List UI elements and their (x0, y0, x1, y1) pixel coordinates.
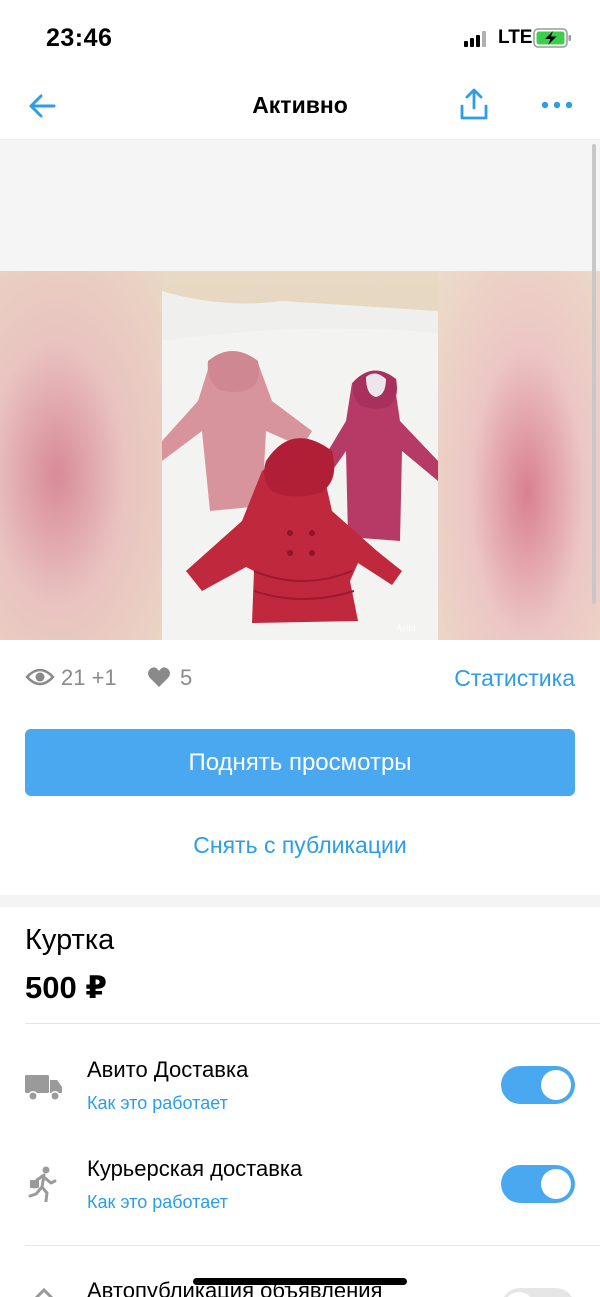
toggle-knob (541, 1169, 571, 1199)
share-icon[interactable] (456, 86, 492, 122)
option-courier-delivery: Курьерская доставка Как это работает (0, 1156, 600, 1236)
unpublish-button[interactable]: Снять с публикации (25, 822, 575, 868)
status-time: 23:46 (46, 24, 113, 52)
item-photo[interactable]: Avito (162, 271, 438, 640)
option-avito-delivery: Авито Доставка Как это работает (0, 1057, 600, 1137)
item-title: Куртка (25, 924, 115, 956)
option-label: Авито Доставка (87, 1057, 249, 1082)
photo-gallery[interactable]: Avito (0, 140, 600, 640)
network-type: LTE (498, 27, 533, 48)
photo-blur-left (0, 271, 162, 640)
views-count: 21 +1 (61, 665, 117, 690)
divider (25, 1023, 600, 1024)
statistics-link[interactable]: Статистика (454, 665, 575, 692)
nav-bar: Активно (0, 74, 600, 140)
home-indicator (193, 1278, 407, 1285)
how-it-works-link[interactable]: Как это работает (87, 1093, 228, 1114)
divider (25, 1245, 600, 1246)
likes-count: 5 (180, 665, 193, 690)
courier-icon (28, 1166, 57, 1202)
truck-icon (25, 1075, 62, 1101)
heart-icon (148, 667, 170, 687)
stats-row: 21 +1 5 Статистика (25, 660, 575, 696)
page-title: Активно (252, 92, 348, 118)
promote-views-button[interactable]: Поднять просмотры (25, 729, 575, 796)
avito-delivery-toggle[interactable] (501, 1066, 575, 1104)
toggle-knob (504, 1292, 534, 1297)
item-price: 500 ₽ (25, 970, 107, 1005)
how-it-works-link[interactable]: Как это работает (87, 1192, 228, 1213)
autopublish-icon (34, 1287, 54, 1297)
courier-delivery-toggle[interactable] (501, 1165, 575, 1203)
toggle-knob (541, 1070, 571, 1100)
section-divider (0, 895, 600, 907)
photo-watermark: Avito (396, 623, 416, 633)
option-label: Курьерская доставка (87, 1156, 303, 1181)
eye-icon (25, 668, 55, 686)
more-icon[interactable] (540, 100, 574, 110)
photo-blur-right (438, 271, 600, 640)
status-bar: 23:46 LTE (0, 0, 600, 74)
battery-charging-icon (533, 28, 571, 48)
scrollbar[interactable] (592, 144, 596, 604)
signal-icon (464, 31, 490, 47)
autopublish-toggle[interactable] (501, 1288, 575, 1297)
